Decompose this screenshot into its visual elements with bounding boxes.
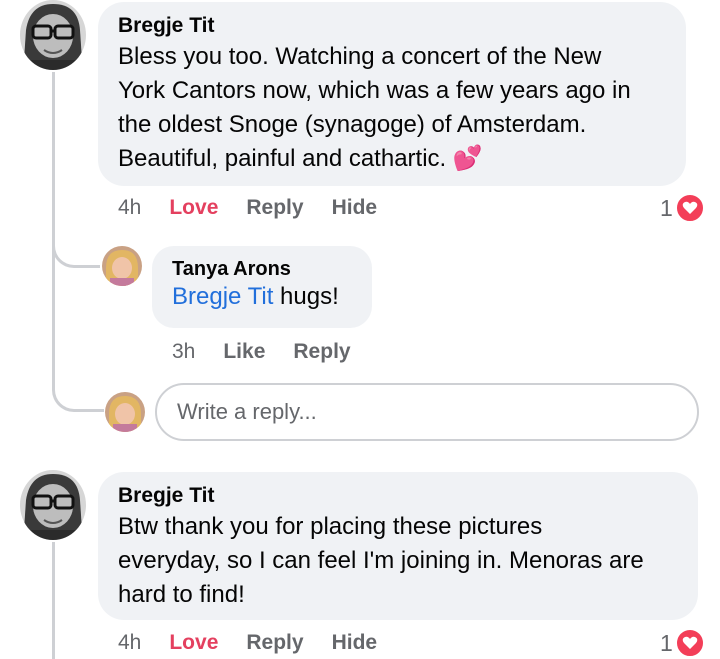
comment-actions: 4h Love Reply Hide — [118, 631, 405, 655]
tanya-avatar-image — [102, 246, 142, 286]
comment-author[interactable]: Bregje Tit — [118, 484, 678, 508]
hearts-emoji: 💕 — [452, 145, 483, 172]
heart-icon — [674, 628, 705, 658]
bregje-avatar-image — [20, 0, 86, 70]
reply-text: Bregje Tit hugs! — [172, 283, 339, 310]
hide-button[interactable]: Hide — [332, 631, 378, 655]
reply-button[interactable]: Reply — [293, 340, 350, 364]
reaction-count: 1 — [660, 194, 673, 221]
comment-text: Bless you too. Watching a concert of the… — [118, 43, 631, 172]
love-button[interactable]: Love — [169, 631, 218, 655]
thread-connector — [52, 268, 104, 412]
comment-actions: 4h Love Reply Hide — [118, 196, 405, 220]
avatar[interactable] — [20, 470, 86, 540]
avatar[interactable] — [102, 246, 142, 286]
reaction-summary[interactable]: 1 — [660, 628, 705, 658]
reply-button[interactable]: Reply — [246, 196, 303, 220]
thread-connector — [52, 230, 100, 268]
like-button[interactable]: Like — [223, 340, 265, 364]
thread-line — [52, 542, 55, 659]
avatar[interactable] — [20, 0, 86, 70]
love-button[interactable]: Love — [169, 196, 218, 220]
bregje-avatar-image — [20, 470, 86, 540]
current-user-avatar[interactable] — [105, 392, 145, 432]
reaction-summary[interactable]: 1 — [660, 193, 705, 223]
comment-bubble: Bregje Tit Bless you too. Watching a con… — [98, 2, 686, 186]
comment-author[interactable]: Bregje Tit — [118, 14, 666, 38]
comment-timestamp[interactable]: 4h — [118, 196, 141, 220]
reply-input[interactable]: Write a reply... — [155, 383, 699, 441]
reply-actions: 3h Like Reply — [172, 340, 379, 364]
reply-timestamp[interactable]: 3h — [172, 340, 195, 364]
reply-button[interactable]: Reply — [246, 631, 303, 655]
hide-button[interactable]: Hide — [332, 196, 378, 220]
comment-text: Btw thank you for placing these pictures… — [118, 513, 644, 608]
reply-author[interactable]: Tanya Arons — [172, 258, 352, 281]
reply-bubble: Tanya Arons Bregje Tit hugs! — [152, 246, 372, 328]
user-avatar-image — [105, 392, 145, 432]
heart-icon — [674, 193, 705, 223]
mention-link[interactable]: Bregje Tit — [172, 283, 273, 310]
comment-bubble: Bregje Tit Btw thank you for placing the… — [98, 472, 698, 620]
reply-placeholder: Write a reply... — [177, 399, 317, 424]
comment-timestamp[interactable]: 4h — [118, 631, 141, 655]
reaction-count: 1 — [660, 629, 673, 656]
